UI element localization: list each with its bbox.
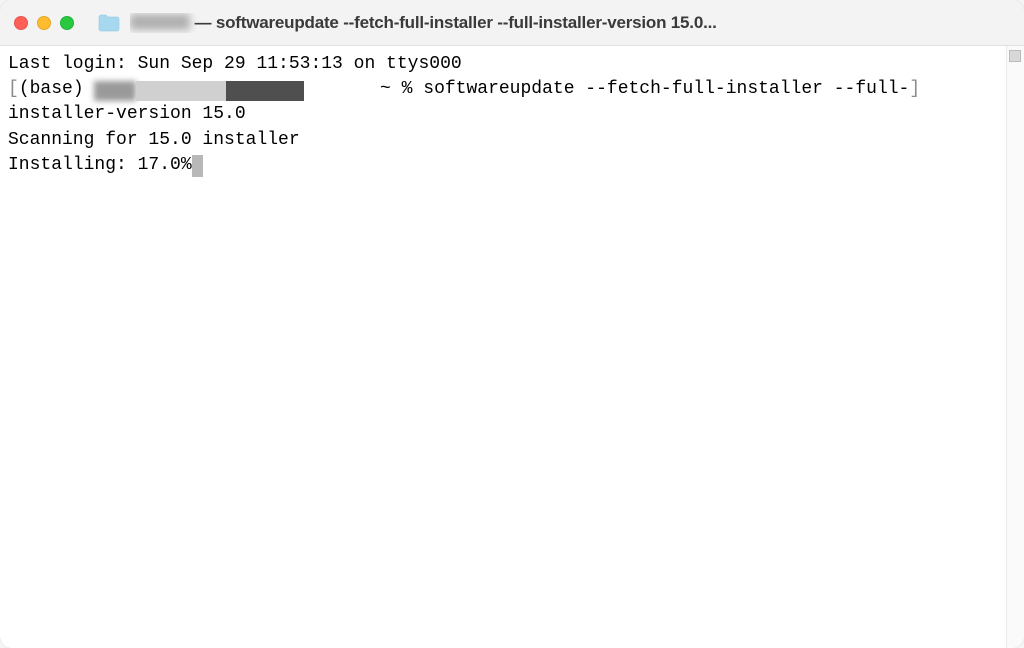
installing-text: Installing: 17.0% <box>8 155 192 175</box>
redacted-user <box>94 81 136 101</box>
terminal-cursor <box>192 155 203 177</box>
last-login-line: Last login: Sun Sep 29 11:53:13 on ttys0… <box>8 52 998 77</box>
fullscreen-window-button[interactable] <box>60 16 74 30</box>
command-continuation-line: installer-version 15.0 <box>8 102 998 127</box>
close-window-button[interactable] <box>14 16 28 30</box>
prompt-symbol: ~ % <box>369 79 423 99</box>
redacted-host-2 <box>226 81 304 101</box>
window-title: — softwareupdate --fetch-full-installer … <box>130 13 1010 33</box>
redacted-host-1 <box>136 81 226 101</box>
traffic-lights <box>14 16 74 30</box>
window-title-text: — softwareupdate --fetch-full-installer … <box>190 13 717 32</box>
scrollbar[interactable] <box>1006 46 1024 648</box>
bracket-close: ] <box>909 79 920 99</box>
command-text-1: softwareupdate --fetch-full-installer --… <box>423 79 909 99</box>
terminal-window: — softwareupdate --fetch-full-installer … <box>0 0 1024 648</box>
redacted-username <box>130 14 190 30</box>
prompt-path <box>304 79 369 99</box>
installing-line: Installing: 17.0% <box>8 153 998 178</box>
scanning-line: Scanning for 15.0 installer <box>8 128 998 153</box>
scroll-indicator-icon <box>1009 50 1021 62</box>
bracket-open: [ <box>8 79 19 99</box>
prompt-line-1: [(base) ~ % softwareupdate --fetch-full-… <box>8 77 998 102</box>
terminal-body: Last login: Sun Sep 29 11:53:13 on ttys0… <box>0 46 1024 648</box>
prompt-env: (base) <box>19 79 95 99</box>
minimize-window-button[interactable] <box>37 16 51 30</box>
folder-icon <box>98 14 120 32</box>
terminal-content[interactable]: Last login: Sun Sep 29 11:53:13 on ttys0… <box>0 46 1006 648</box>
titlebar[interactable]: — softwareupdate --fetch-full-installer … <box>0 0 1024 46</box>
